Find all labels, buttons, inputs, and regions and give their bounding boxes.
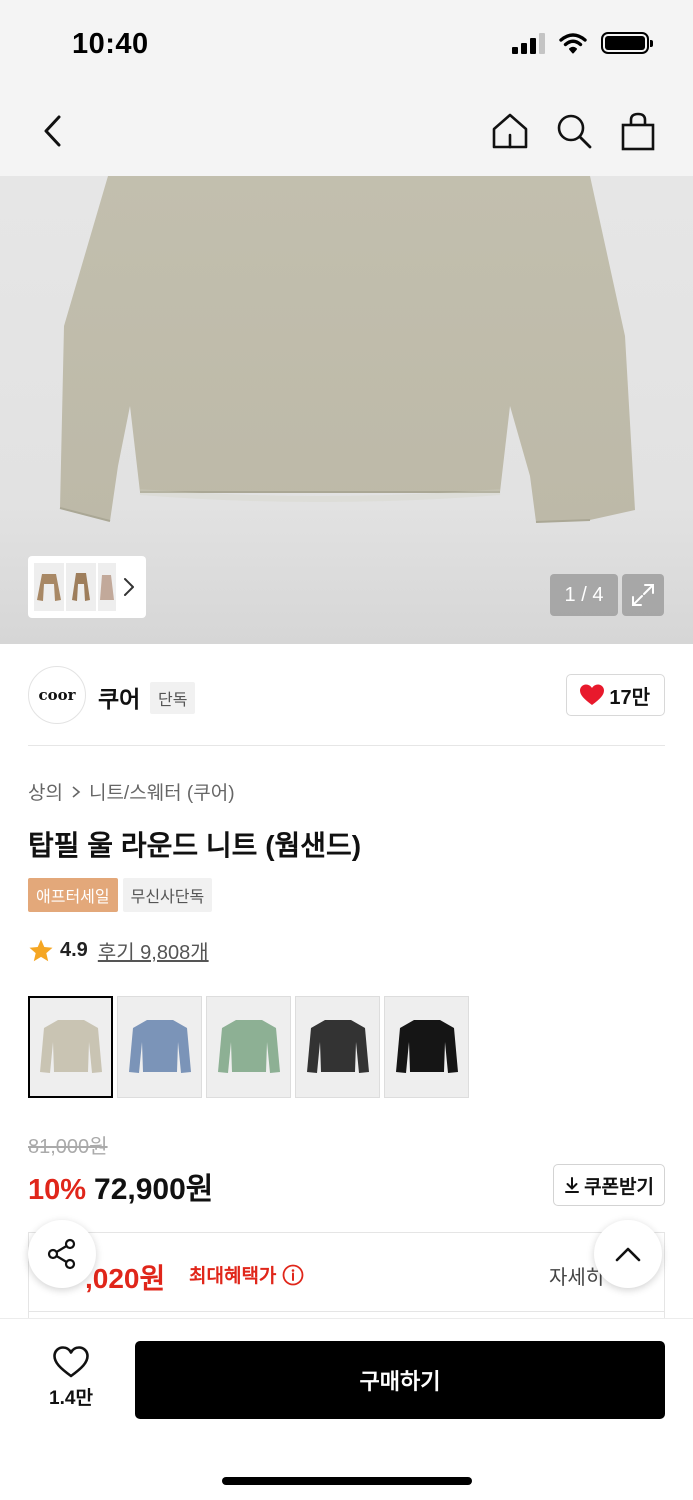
heart-outline-icon [53,1346,89,1378]
product-tags: 애프터세일 무신사단독 [28,878,213,912]
info-icon[interactable] [282,1264,304,1286]
color-option-blue[interactable] [117,996,202,1098]
sweater-thumbnail [128,1020,191,1073]
chevron-left-icon [44,115,61,147]
sale-tag: 애프터세일 [28,878,118,912]
coupon-button[interactable]: 쿠폰받기 [553,1164,665,1206]
max-benefit-text: 최대혜택가 [189,1266,277,1287]
rating-score: 4.9 [60,939,88,961]
wishlist-count: 1.4만 [49,1388,93,1409]
brand-row: coor 쿠어 단독 17만 [28,666,665,724]
sweater-thumbnail [306,1020,369,1073]
share-button[interactable] [28,1220,96,1288]
max-benefit-box[interactable]: ,020원 최대혜택가 자세히 [28,1232,665,1322]
search-button[interactable] [549,106,599,156]
wifi-icon [559,33,587,54]
brand-logo[interactable]: coor [28,666,86,724]
brand-exclusive-badge: 단독 [150,682,196,714]
max-benefit-label: 최대혜택가 [189,1261,304,1288]
cart-button[interactable] [613,106,663,156]
shopping-bag-icon [621,112,655,151]
original-price: 81,000원 [28,1136,108,1158]
share-icon [47,1238,76,1270]
sale-price: 72,900원 [94,1173,214,1206]
sweater-thumbnail [395,1020,458,1073]
star-icon [29,939,53,961]
color-option-charcoal[interactable] [295,996,380,1098]
rating[interactable]: 4.9 후기 9,808개 [28,936,209,965]
divider [28,745,665,746]
buy-button[interactable]: 구매하기 [135,1341,665,1419]
home-indicator [222,1477,472,1485]
color-options [28,996,469,1098]
review-count-link[interactable]: 후기 9,808개 [98,936,209,965]
sweater-thumbnail [217,1020,280,1073]
thumbnail[interactable] [66,563,96,611]
wishlist-button[interactable]: 1.4만 [38,1345,104,1410]
sweater-thumbnail [39,1020,102,1073]
back-button[interactable] [28,106,78,156]
chevron-right-icon [124,578,134,596]
breadcrumb: 상의 니트/스웨터 (쿠어) [28,778,235,805]
thumbnail[interactable] [98,563,116,611]
price-row: 10% 72,900원 [28,1164,213,1208]
search-icon [557,114,592,149]
expand-button[interactable] [622,574,664,616]
product-image-gallery[interactable]: 1 / 4 [0,176,693,644]
expand-icon [632,584,654,606]
status-icons [512,32,653,54]
color-option-black[interactable] [384,996,469,1098]
product-title: 탑필 울 라운드 니트 (웜샌드) [28,830,362,861]
chevron-right-icon [72,785,81,798]
status-time: 10:40 [72,28,149,60]
nav-bar [0,88,693,176]
discount-rate: 10% [28,1174,87,1206]
exclusive-tag: 무신사단독 [122,878,213,912]
divider [29,1311,664,1312]
image-counter: 1 / 4 [550,574,618,616]
download-icon [565,1177,580,1193]
home-icon [492,113,528,149]
thumbnail[interactable] [34,563,64,611]
status-bar: 10:40 [0,0,693,88]
heart-filled-icon [580,684,605,705]
color-option-green[interactable] [206,996,291,1098]
coupon-label: 쿠폰받기 [584,1176,654,1198]
chevron-up-icon [615,1247,641,1262]
max-benefit-price: ,020원 [85,1263,166,1294]
brand-like-count: 17만 [609,686,650,709]
breadcrumb-category[interactable]: 상의 [28,778,63,805]
image-thumbnails[interactable] [28,556,146,618]
home-button[interactable] [485,106,535,156]
battery-icon [601,32,653,54]
bottom-action-bar: 1.4만 구매하기 [0,1318,693,1500]
cellular-signal-icon [512,32,545,54]
brand-like-button[interactable]: 17만 [566,674,665,716]
breadcrumb-subcategory[interactable]: 니트/스웨터 (쿠어) [89,778,235,805]
color-option-warm-sand[interactable] [28,996,113,1098]
scroll-top-button[interactable] [594,1220,662,1288]
brand-name[interactable]: 쿠어 [98,680,140,714]
